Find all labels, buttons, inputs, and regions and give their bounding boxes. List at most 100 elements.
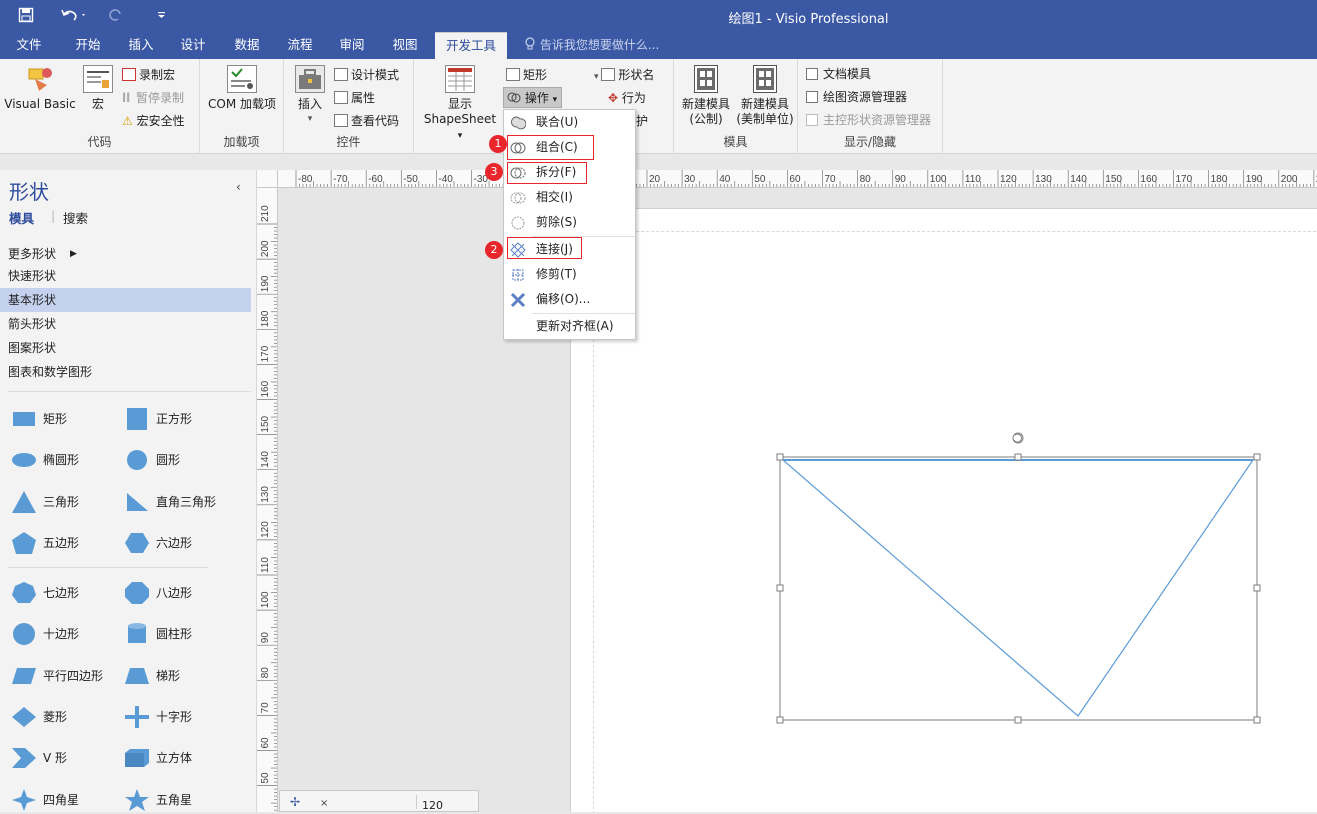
menu-item-trim[interactable]: 修剪(T) <box>504 262 635 287</box>
rectangle-button[interactable]: 矩形 <box>506 66 547 83</box>
title-bar: 绘图1 - Visio Professional <box>0 0 1317 32</box>
group-controls: 插入 ▾ 设计模式 属性 查看代码 控件 <box>284 59 414 154</box>
properties-label: 属性 <box>351 91 376 105</box>
ruler-label: 190 <box>1246 174 1263 185</box>
ruler-label: 160 <box>260 380 271 397</box>
shape-label: 十边形 <box>43 627 80 641</box>
record-macro-icon <box>122 68 136 81</box>
menu-item-update-alignment-box[interactable]: 更新对齐框(A) <box>504 314 635 339</box>
decagon-icon <box>11 623 37 645</box>
ruler-label: 100 <box>930 174 947 185</box>
drawing-explorer-label: 绘图资源管理器 <box>823 90 908 104</box>
shape-label: 圆柱形 <box>156 627 193 641</box>
new-stencil-us-label-1: 新建模具 <box>740 97 789 111</box>
drawing-canvas[interactable] <box>278 188 1317 812</box>
shape-label: 菱形 <box>43 710 68 724</box>
tab-file[interactable]: 文件 <box>6 32 52 59</box>
triangle-shape[interactable] <box>781 459 1255 717</box>
circle-icon <box>124 449 150 471</box>
category-pattern-shapes[interactable]: 图案形状 <box>0 336 251 360</box>
shapesheet-text: ShapeSheet <box>423 112 497 126</box>
group-code: Visual Basic 宏 录制宏 ll 暂停录制 ⚠ 宏安全性 代码 <box>0 59 200 154</box>
behavior-label: 行为 <box>621 91 646 105</box>
operations-icon <box>507 91 521 105</box>
menu-item-subtract[interactable]: 剪除(S) <box>504 210 635 235</box>
behavior-button[interactable]: ✥ 行为 <box>608 89 646 106</box>
drawing-explorer-checkbox[interactable]: 绘图资源管理器 <box>806 88 907 105</box>
protection-button[interactable]: 护 <box>636 112 648 129</box>
tab-home[interactable]: 开始 <box>64 32 112 59</box>
ruler-label: 210 <box>260 205 271 222</box>
category-chart-math[interactable]: 图表和数学图形 <box>0 360 251 384</box>
shape-name-button[interactable]: ▾ 形状名 <box>594 66 654 83</box>
macro-security-label: 宏安全性 <box>136 114 185 128</box>
design-mode-button[interactable]: 设计模式 <box>334 66 399 83</box>
category-basic-shapes[interactable]: 基本形状 <box>0 288 251 312</box>
shape-label: 十字形 <box>156 710 193 724</box>
tab-design[interactable]: 设计 <box>170 32 216 59</box>
insert-control-button[interactable]: 插入 ▾ <box>290 65 330 127</box>
square-icon <box>124 408 150 430</box>
tab-view[interactable]: 视图 <box>382 32 428 59</box>
category-label: 更多形状 <box>8 247 57 261</box>
pentagon-icon <box>11 532 37 554</box>
octagon-icon <box>124 582 150 604</box>
visual-basic-button[interactable]: Visual Basic <box>4 65 76 112</box>
highlight-fragment <box>507 162 587 184</box>
toolbox-icon <box>295 65 325 93</box>
master-explorer-label: 主控形状资源管理器 <box>823 113 932 127</box>
shape-label: 五角星 <box>156 793 193 807</box>
selected-shape[interactable] <box>571 209 1317 812</box>
drawing-page[interactable] <box>570 208 1317 812</box>
shape-label: 梯形 <box>156 669 181 683</box>
com-addins-button[interactable]: COM 加载项 <box>204 65 280 112</box>
new-stencil-metric-label-1: 新建模具 <box>681 97 730 111</box>
category-more-shapes[interactable]: 更多形状 ▶ <box>0 242 251 266</box>
ruler-label: -60 <box>368 174 383 185</box>
ruler-label: -80 <box>298 174 313 185</box>
menu-item-offset[interactable]: 偏移(O)... <box>504 287 635 312</box>
tab-data[interactable]: 数据 <box>224 32 270 59</box>
group-addins-label: 加载项 <box>223 135 260 149</box>
properties-button[interactable]: 属性 <box>334 89 375 106</box>
ruler-label: 200 <box>1281 174 1298 185</box>
menu-item-intersect[interactable]: 相交(I) <box>504 185 635 210</box>
highlight-join <box>507 237 582 259</box>
tab-developer[interactable]: 开发工具 <box>435 32 507 59</box>
ruler-vertical: 210 200 190 180 170 160 150 140 130 120 110 100 90 80… <box>257 188 278 812</box>
tab-search[interactable]: 搜索 <box>63 208 88 227</box>
ruler-label: 90 <box>895 174 907 185</box>
menu-item-union[interactable]: 联合(U) <box>504 110 635 135</box>
ruler-label: 160 <box>1140 174 1157 185</box>
document-stencil-checkbox[interactable]: 文档模具 <box>806 65 871 82</box>
tab-insert[interactable]: 插入 <box>118 32 164 59</box>
shape-label: 四角星 <box>43 793 80 807</box>
new-stencil-us-button[interactable]: 新建模具 (美制单位) <box>734 65 796 127</box>
pause-icon: ll <box>122 91 131 105</box>
rotation-handle-icon[interactable] <box>1012 432 1024 444</box>
category-quick-shapes[interactable]: 快速形状 <box>0 264 251 288</box>
shape-label: 三角形 <box>43 495 80 509</box>
view-code-button[interactable]: 查看代码 <box>334 112 399 129</box>
tab-review[interactable]: 审阅 <box>329 32 375 59</box>
shape-label: 矩形 <box>43 412 68 426</box>
ruler-label: 190 <box>260 275 271 292</box>
selection-handles[interactable] <box>776 453 1261 724</box>
group-stencil-label: 模具 <box>723 135 748 149</box>
new-stencil-metric-button[interactable]: 新建模具 (公制) <box>678 65 734 127</box>
chevron-left-icon[interactable]: ‹ <box>236 180 241 194</box>
macros-button[interactable]: 宏 <box>80 65 116 112</box>
record-macro-button[interactable]: 录制宏 <box>122 66 175 83</box>
ruler-label: -70 <box>333 174 348 185</box>
operations-dropdown-button[interactable]: 操作 ▾ <box>503 87 563 108</box>
ruler-label: 150 <box>260 415 271 432</box>
group-stencil: 新建模具 (公制) 新建模具 (美制单位) 模具 <box>674 59 798 154</box>
category-arrow-shapes[interactable]: 箭头形状 <box>0 312 251 336</box>
tab-process[interactable]: 流程 <box>277 32 323 59</box>
pan-zoom-window[interactable]: ✢ × 120 <box>279 790 479 812</box>
ribbon: Visual Basic 宏 录制宏 ll 暂停录制 ⚠ 宏安全性 代码 COM … <box>0 59 1317 154</box>
tell-me-box[interactable]: 告诉我您想要做什么... <box>524 32 659 59</box>
show-shapesheet-button[interactable]: 显示 ShapeSheet ▾ <box>420 65 500 144</box>
macro-security-button[interactable]: ⚠ 宏安全性 <box>122 112 185 129</box>
tab-stencils[interactable]: 模具 <box>9 208 34 227</box>
